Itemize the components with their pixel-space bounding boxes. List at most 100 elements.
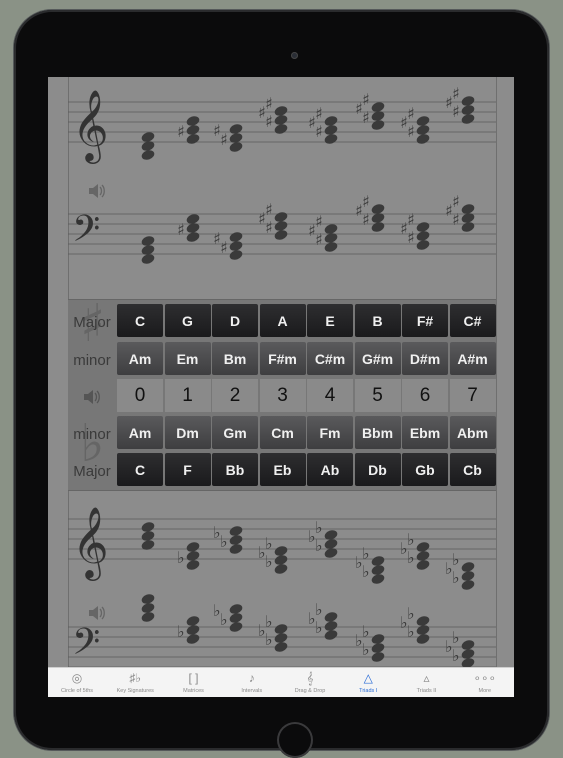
key-button[interactable]: E [307, 304, 353, 337]
key-button[interactable]: Cm [259, 416, 306, 449]
speaker-icon[interactable] [88, 605, 106, 621]
key-button[interactable]: C [117, 304, 163, 337]
key-button[interactable]: A [259, 304, 306, 337]
sharp-icon: ♯ [407, 122, 415, 141]
key-button[interactable]: Am [117, 416, 163, 449]
accidental-count: 1 [164, 379, 211, 412]
home-button[interactable] [277, 722, 313, 758]
key-button[interactable]: Gm [212, 416, 258, 449]
row-label-major: Major [73, 462, 111, 480]
note-head [324, 530, 338, 540]
key-button[interactable]: C# [449, 304, 496, 337]
tab-more[interactable]: ∘∘∘ More [456, 668, 514, 697]
key-button[interactable]: Em [164, 342, 211, 375]
tab-label: Intervals [241, 688, 263, 694]
key-button[interactable]: Ebm [402, 416, 448, 449]
tab-bar: ◎ Circle of 5ths ♯♭ Key Signatures [ ] Matric… [48, 667, 514, 697]
note-head [274, 106, 288, 116]
accidental-count: 6 [402, 379, 448, 412]
app-screen: 𝄞 𝄢 ♯ ♯ ♯ ♯ ♯ ♯ ♯ ♯ ♯ ♯ ♯ ♯ ♯ ♯ ♯ ♯ ♯ ♯ ♯ ♯ ♯ ♯ ♯ ♯ ♯ ♯ ♯ ♯ ♯ ♯ ♯ ♯ ♯ ♯ ♯ ♯ ♯… [48, 77, 514, 697]
key-button[interactable]: D [212, 304, 258, 337]
staff-drag-icon: 𝄞 [306, 671, 314, 685]
sharp-triads-staff: 𝄞𝄢♯♯♯♯♯♯♯♯ ♯♯♯ ♯♯♯ ♯♯♯ ♯♯♯ ♯♯♯ ♯♯♯ ♯♯♯ ♯♯♯ ♯♯♯ ♯ [68, 84, 496, 264]
flat-icon: ♭ [407, 622, 415, 641]
treble-clef-icon: 𝄞 [72, 505, 109, 581]
tab-key-signatures[interactable]: ♯♭ Key Signatures [106, 668, 164, 697]
tab-triads-ii[interactable]: ▵ Triads II [398, 668, 456, 697]
sharp-icon: ♯ [362, 192, 370, 211]
tab-matrices[interactable]: [ ] Matrices [165, 668, 223, 697]
sharp-icon: ♯ [177, 122, 185, 141]
sharp-icon: ♯ [315, 212, 323, 231]
flat-icon: ♭ [220, 532, 228, 551]
accidental-count: 2 [212, 379, 258, 412]
key-button[interactable]: Cb [449, 453, 496, 486]
speaker-icon[interactable] [68, 379, 116, 415]
note-head [416, 116, 430, 126]
tab-triads-i[interactable]: △ Triads I [339, 668, 397, 697]
accidental-count: 0 [117, 379, 163, 412]
note-head [371, 102, 385, 112]
bass-clef-icon: 𝄢 [72, 208, 100, 259]
note-head [229, 124, 243, 134]
key-button[interactable]: Dm [164, 416, 211, 449]
flat-icon: ♭ [177, 548, 185, 567]
sharp-icon: ♯ [452, 84, 460, 103]
sharp-icon: ♯ [265, 112, 273, 131]
note-head [416, 542, 430, 552]
flat-icon: ♭ [265, 612, 273, 631]
flat-icon: ♭ [452, 550, 460, 569]
key-button[interactable]: G [164, 304, 211, 337]
key-button[interactable]: F#m [259, 342, 306, 375]
sharp-icon: ♯ [452, 192, 460, 211]
sharp-icon: ♯ [177, 220, 185, 239]
key-button[interactable]: C#m [307, 342, 353, 375]
tab-intervals[interactable]: ♪ Intervals [223, 668, 281, 697]
key-button[interactable]: D#m [402, 342, 448, 375]
note-head [274, 624, 288, 634]
flat-icon: ♭ [362, 640, 370, 659]
flat-icon: ♭ [452, 568, 460, 587]
key-button[interactable]: Db [354, 453, 401, 486]
key-button[interactable]: Gb [402, 453, 448, 486]
small-triangle-icon: ▵ [423, 671, 430, 685]
triangle-icon: △ [363, 671, 373, 685]
key-button[interactable]: Eb [259, 453, 306, 486]
key-button[interactable]: Bb [212, 453, 258, 486]
key-button[interactable]: Bm [212, 342, 258, 375]
key-button[interactable]: Abm [449, 416, 496, 449]
flat-icon: ♭ [265, 552, 273, 571]
key-button[interactable]: B [354, 304, 401, 337]
note-head [141, 132, 155, 142]
tab-circle-of-5ths[interactable]: ◎ Circle of 5ths [48, 668, 106, 697]
key-button[interactable]: C [117, 453, 163, 486]
flat-icon: ♭ [362, 622, 370, 641]
speaker-icon[interactable] [88, 183, 106, 199]
treble-clef-icon: 𝄞 [72, 88, 109, 164]
flat-icon: ♭ [315, 518, 323, 537]
flat-icon: ♭ [213, 601, 221, 620]
flat-icon: ♭ [407, 530, 415, 549]
key-button[interactable]: F [164, 453, 211, 486]
key-button[interactable]: Bbm [354, 416, 401, 449]
key-button[interactable]: F# [402, 304, 448, 337]
key-button[interactable]: A#m [449, 342, 496, 375]
note-head [324, 224, 338, 234]
tab-drag-drop[interactable]: 𝄞 Drag & Drop [281, 668, 339, 697]
flat-icon: ♭ [315, 536, 323, 555]
tab-label: Triads I [359, 688, 378, 694]
tab-label: Key Signatures [116, 688, 154, 694]
flat-icon: ♭ [213, 523, 221, 542]
key-button[interactable]: Ab [307, 453, 353, 486]
key-button[interactable]: Am [117, 342, 163, 375]
key-button[interactable]: G#m [354, 342, 401, 375]
flat-icon: ♭ [452, 646, 460, 665]
sharp-icon: ♯ [213, 229, 221, 248]
flat-icon: ♭ [362, 562, 370, 581]
key-button[interactable]: Fm [307, 416, 353, 449]
note-head [371, 204, 385, 214]
note-head [186, 616, 200, 626]
sharp-icon: ♯ [220, 130, 228, 149]
row-label-major: Major [73, 313, 111, 331]
sharp-icon: ♯ [315, 104, 323, 123]
